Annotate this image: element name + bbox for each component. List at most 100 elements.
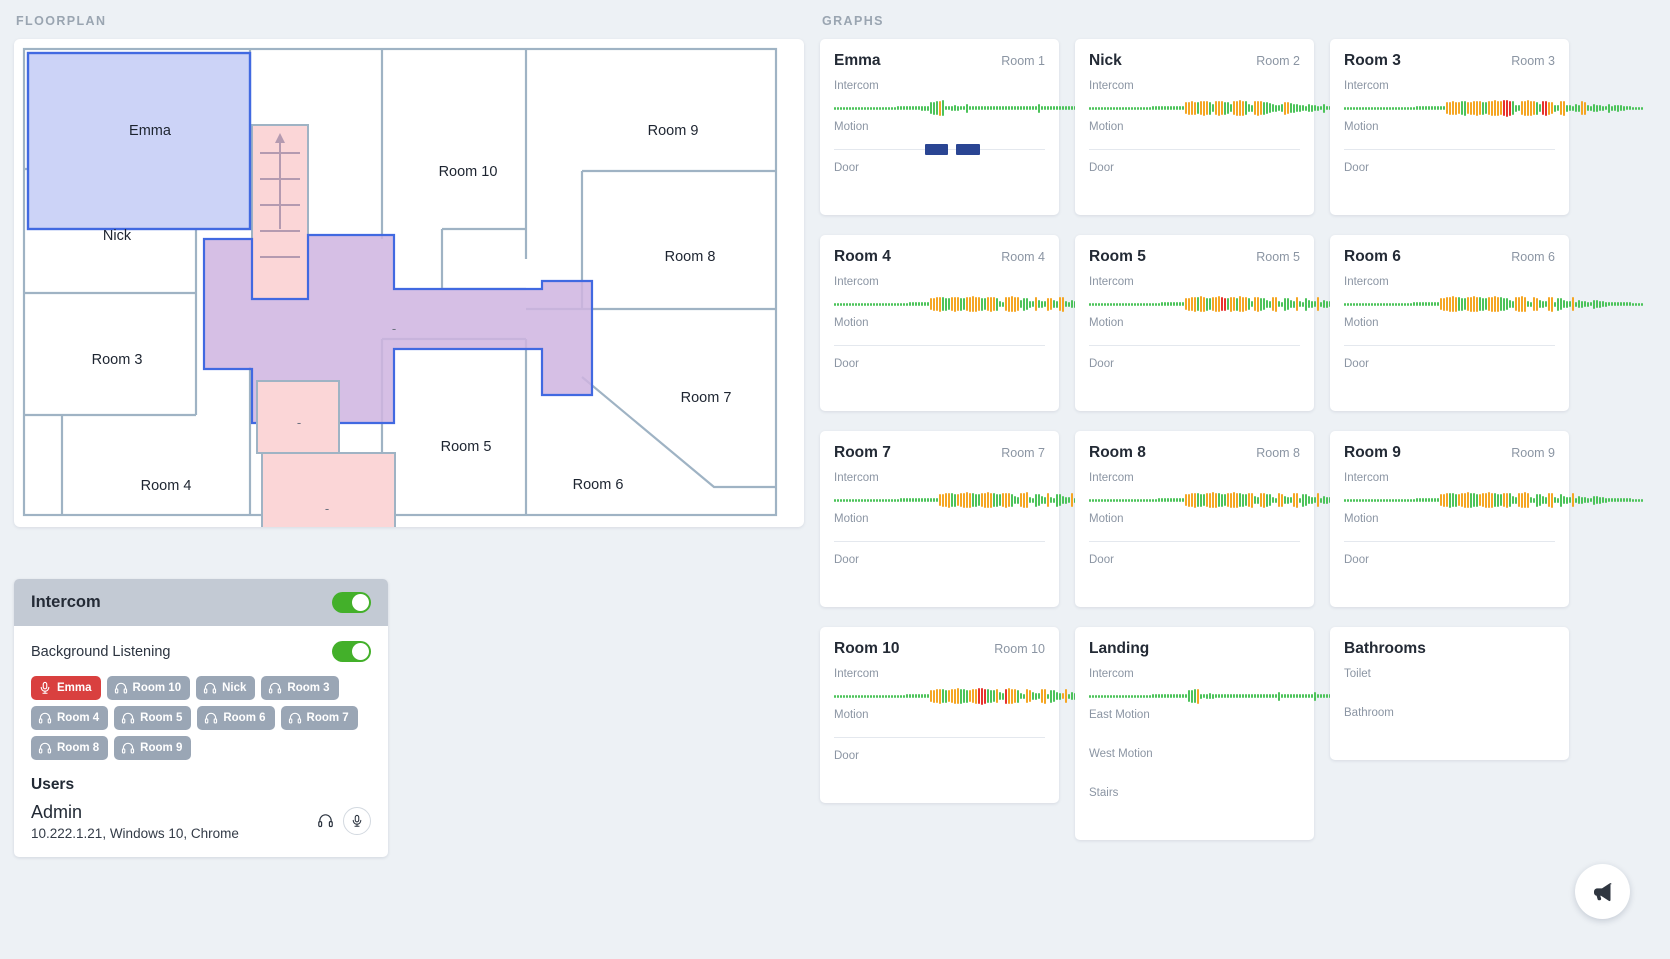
intercom-toggle[interactable] — [332, 592, 371, 613]
waveform-bar — [936, 101, 938, 115]
floorplan-card[interactable]: Emma Nick Room 3 Room 4 Room 5 Room 6 Room 7 Ro… — [14, 39, 804, 527]
waveform-bar — [867, 106, 869, 110]
waveform-bar — [1533, 297, 1535, 311]
waveform-bar — [1524, 296, 1526, 312]
waveform-bar — [1434, 302, 1436, 306]
waveform-bar — [927, 694, 929, 698]
waveform-bar — [1569, 497, 1571, 503]
intercom-chip-room-6[interactable]: Room 6 — [197, 706, 275, 730]
waveform-bar — [867, 302, 869, 306]
waveform-bar — [1596, 300, 1598, 308]
microphone-icon — [352, 814, 362, 827]
graph-card[interactable]: Room 4 Room 4 Intercom Motion Door — [820, 235, 1133, 411]
waveform-bar — [1059, 106, 1061, 110]
waveform-bar — [1059, 692, 1061, 700]
intercom-chip-nick[interactable]: Nick — [196, 676, 256, 700]
waveform-bar — [837, 106, 839, 110]
waveform-bar — [948, 106, 950, 110]
waveform-bar — [1308, 104, 1310, 112]
graph-card[interactable]: Landing Intercom East Motion West Motion Sta… — [1075, 627, 1388, 840]
waveform-bar — [1062, 496, 1064, 504]
waveform-bar — [999, 106, 1001, 110]
graph-card[interactable]: Room 7 Room 7 Intercom Motion Door — [820, 431, 1133, 607]
waveform-bar — [1500, 101, 1502, 115]
waveform-bar — [1302, 301, 1304, 307]
waveform-bar — [1251, 694, 1253, 698]
waveform-bar — [1254, 694, 1256, 698]
waveform-bar — [1032, 692, 1034, 700]
user-talk-button[interactable] — [343, 806, 371, 835]
waveform-bar — [1029, 497, 1031, 503]
waveform-bar — [1044, 496, 1046, 504]
waveform-bar — [876, 498, 878, 502]
waveform-bar — [1584, 497, 1586, 503]
waveform-bar — [1470, 101, 1472, 115]
waveform-bar — [1041, 300, 1043, 308]
waveform-bar — [900, 106, 902, 110]
waveform-bar — [1563, 300, 1565, 308]
intercom-chip-room-4[interactable]: Room 4 — [31, 706, 109, 730]
waveform-bar — [1605, 106, 1607, 110]
graph-card-header: Nick Room 2 — [1089, 52, 1300, 70]
waveform-bar — [1359, 302, 1361, 306]
graph-metric: Intercom — [834, 80, 1133, 119]
waveform-bar — [1266, 102, 1268, 114]
intercom-waveform — [834, 97, 1133, 119]
megaphone-fab[interactable] — [1575, 864, 1630, 919]
intercom-chip-room-9[interactable]: Room 9 — [114, 736, 192, 760]
intercom-chip-room-3[interactable]: Room 3 — [261, 676, 339, 700]
intercom-chip-room-7[interactable]: Room 7 — [280, 706, 358, 730]
waveform-bar — [1299, 694, 1301, 698]
waveform-bar — [1425, 302, 1427, 306]
waveform-bar — [1404, 106, 1406, 110]
motion-timeline — [1089, 530, 1300, 552]
waveform-bar — [1572, 105, 1574, 111]
waveform-bar — [1038, 693, 1040, 699]
waveform-bar — [1497, 493, 1499, 507]
waveform-bar — [1260, 101, 1262, 115]
waveform-bar — [1506, 492, 1508, 508]
graph-card[interactable]: Room 8 Room 8 Intercom Motion Door — [1075, 431, 1388, 607]
waveform-bar — [936, 498, 938, 502]
floorplan-room-label: Room 3 — [92, 352, 143, 368]
empty-metric-body — [1089, 571, 1300, 591]
background-listening-toggle[interactable] — [332, 641, 371, 662]
intercom-chip-room-8[interactable]: Room 8 — [31, 736, 109, 760]
waveform-bar — [1593, 299, 1595, 309]
waveform-bar — [1149, 498, 1151, 502]
waveform-bar — [1404, 498, 1406, 502]
waveform-bar — [936, 689, 938, 703]
waveform-bar — [1350, 498, 1352, 502]
intercom-chip-emma[interactable]: Emma — [31, 676, 101, 700]
waveform-bar — [930, 102, 932, 114]
waveform-bar — [1110, 694, 1112, 698]
graph-card[interactable]: Room 3 Room 3 Intercom Motion Door — [1330, 39, 1643, 215]
waveform-bar — [1095, 302, 1097, 306]
graph-card[interactable]: Room 9 Room 9 Intercom Motion Door — [1330, 431, 1643, 607]
waveform-bar — [1131, 498, 1133, 502]
waveform-bar — [867, 498, 869, 502]
waveform-bar — [921, 302, 923, 306]
waveform-bar — [870, 106, 872, 110]
graph-card[interactable]: Room 6 Room 6 Intercom Motion Door — [1330, 235, 1643, 411]
intercom-chip-room-10[interactable]: Room 10 — [106, 676, 191, 700]
waveform-bar — [1182, 694, 1184, 698]
graph-card[interactable]: Room 10 Room 10 Intercom Motion Door — [820, 627, 1133, 803]
user-listen-button[interactable] — [317, 812, 334, 829]
waveform-bar — [918, 106, 920, 110]
graph-card[interactable]: Room 5 Room 5 Intercom Motion Door — [1075, 235, 1388, 411]
waveform-bar — [1209, 298, 1211, 310]
graph-card[interactable]: Bathrooms Toilet Bathroom — [1330, 627, 1569, 760]
waveform-bar — [966, 492, 968, 508]
waveform-bar — [1212, 693, 1214, 699]
graph-card[interactable]: Nick Room 2 Intercom Motion Door — [1075, 39, 1388, 215]
waveform-bar — [924, 105, 926, 111]
waveform-bar — [1179, 302, 1181, 306]
waveform-bar — [1596, 104, 1598, 112]
waveform-bar — [1299, 497, 1301, 503]
graph-card[interactable]: Emma Room 1 Intercom Motion Door — [820, 39, 1133, 215]
intercom-chip-room-5[interactable]: Room 5 — [114, 706, 192, 730]
waveform-bar — [993, 106, 995, 110]
waveform-bar — [918, 302, 920, 306]
waveform-bar — [1305, 694, 1307, 698]
